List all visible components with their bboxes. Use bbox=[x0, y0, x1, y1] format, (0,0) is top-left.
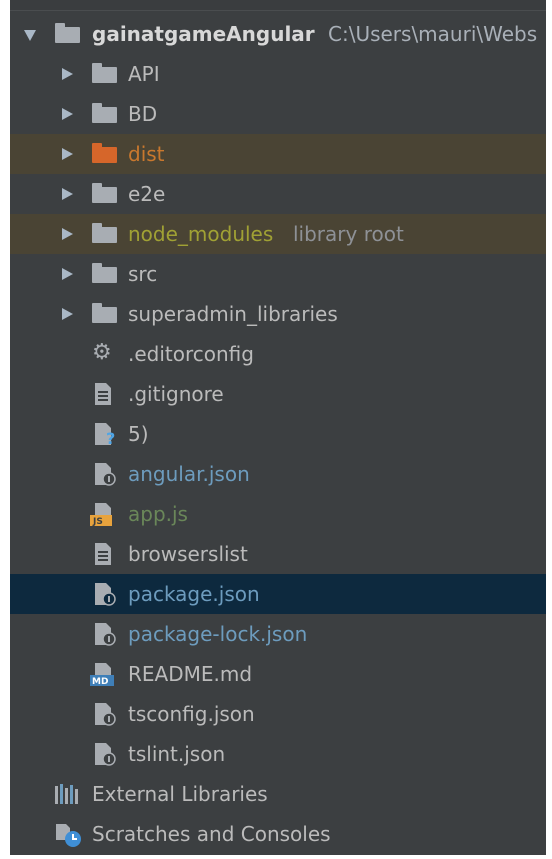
json-file-icon bbox=[95, 463, 116, 486]
file-label: tsconfig.json bbox=[128, 702, 255, 726]
tree-file-tslint-json[interactable]: tslint.json bbox=[10, 734, 546, 774]
file-label: README.md bbox=[128, 662, 253, 686]
chevron-right-icon[interactable] bbox=[62, 228, 73, 240]
folder-label: BD bbox=[128, 102, 158, 126]
chevron-right-icon[interactable] bbox=[62, 308, 73, 320]
text-file-icon bbox=[95, 383, 111, 405]
project-name: gainatgameAngular bbox=[92, 22, 315, 46]
tree-file-gitignore[interactable]: .gitignore bbox=[10, 374, 546, 414]
folder-label: API bbox=[128, 62, 160, 86]
folder-icon bbox=[92, 303, 117, 323]
folder-icon bbox=[92, 223, 117, 243]
chevron-down-icon[interactable] bbox=[24, 30, 36, 41]
excluded-folder-icon bbox=[92, 143, 117, 163]
unknown-file-icon: ? bbox=[95, 423, 115, 446]
tree-external-libraries[interactable]: External Libraries bbox=[10, 774, 546, 814]
tree-file-browserslist[interactable]: browserslist bbox=[10, 534, 546, 574]
project-tool-window: gainatgameAngular C:\Users\mauri\Webs AP… bbox=[10, 0, 546, 855]
tree-folder-bd[interactable]: BD bbox=[10, 94, 546, 134]
folder-icon bbox=[55, 23, 80, 43]
file-label: angular.json bbox=[128, 462, 250, 486]
tree-file-angular-json[interactable]: angular.json bbox=[10, 454, 546, 494]
chevron-right-icon[interactable] bbox=[62, 188, 73, 200]
folder-label: e2e bbox=[128, 182, 166, 206]
tree-root-row[interactable]: gainatgameAngular C:\Users\mauri\Webs bbox=[10, 14, 546, 54]
text-file-icon bbox=[95, 543, 111, 565]
tree-file-app-js[interactable]: JS app.js bbox=[10, 494, 546, 534]
file-label: app.js bbox=[128, 502, 188, 526]
json-file-icon bbox=[95, 623, 116, 646]
file-label: package.json bbox=[128, 582, 260, 606]
project-tree: gainatgameAngular C:\Users\mauri\Webs AP… bbox=[10, 14, 546, 854]
tree-scratches-and-consoles[interactable]: Scratches and Consoles bbox=[10, 814, 546, 854]
folder-icon bbox=[92, 103, 117, 123]
chevron-right-icon[interactable] bbox=[62, 68, 73, 80]
tree-file-editorconfig[interactable]: ⚙ .editorconfig bbox=[10, 334, 546, 374]
chevron-right-icon[interactable] bbox=[62, 108, 73, 120]
library-root-hint: library root bbox=[293, 222, 404, 246]
svg-text:JS: JS bbox=[92, 517, 103, 526]
folder-icon bbox=[92, 63, 117, 83]
tree-folder-src[interactable]: src bbox=[10, 254, 546, 294]
svg-text:MD: MD bbox=[92, 677, 108, 686]
js-file-icon: JS bbox=[90, 503, 112, 526]
tree-file-5[interactable]: ? 5) bbox=[10, 414, 546, 454]
gear-icon: ⚙ bbox=[92, 340, 112, 365]
file-label: 5) bbox=[128, 422, 149, 446]
tree-file-package-json[interactable]: package.json bbox=[10, 574, 546, 614]
folder-label: src bbox=[128, 262, 158, 286]
folder-label: node_modules bbox=[128, 222, 274, 246]
tree-folder-node-modules[interactable]: node_modules library root bbox=[10, 214, 546, 254]
markdown-file-icon: MD bbox=[90, 663, 114, 686]
folder-icon bbox=[92, 183, 117, 203]
scratches-icon bbox=[56, 824, 81, 847]
node-label: Scratches and Consoles bbox=[92, 822, 331, 846]
tree-file-tsconfig-json[interactable]: tsconfig.json bbox=[10, 694, 546, 734]
file-label: .gitignore bbox=[128, 382, 224, 406]
chevron-right-icon[interactable] bbox=[62, 268, 73, 280]
file-label: browserslist bbox=[128, 542, 248, 566]
json-file-icon bbox=[95, 743, 116, 766]
library-icon bbox=[55, 784, 78, 804]
node-label: External Libraries bbox=[92, 782, 268, 806]
file-label: .editorconfig bbox=[128, 342, 254, 366]
tree-folder-api[interactable]: API bbox=[10, 54, 546, 94]
chevron-right-icon[interactable] bbox=[62, 148, 73, 160]
tool-window-header-edge bbox=[10, 0, 546, 11]
folder-label: dist bbox=[128, 142, 165, 166]
tree-folder-dist[interactable]: dist bbox=[10, 134, 546, 174]
file-label: package-lock.json bbox=[128, 622, 308, 646]
folder-icon bbox=[92, 263, 117, 283]
svg-text:?: ? bbox=[106, 429, 115, 446]
tree-file-package-lock-json[interactable]: package-lock.json bbox=[10, 614, 546, 654]
json-file-icon bbox=[95, 703, 116, 726]
file-label: tslint.json bbox=[128, 742, 226, 766]
tree-folder-e2e[interactable]: e2e bbox=[10, 174, 546, 214]
folder-label: superadmin_libraries bbox=[128, 302, 338, 326]
json-file-icon bbox=[95, 583, 116, 606]
project-path: C:\Users\mauri\Webs bbox=[328, 22, 538, 46]
tree-file-readme[interactable]: MD README.md bbox=[10, 654, 546, 694]
tree-folder-superadmin-libraries[interactable]: superadmin_libraries bbox=[10, 294, 546, 334]
